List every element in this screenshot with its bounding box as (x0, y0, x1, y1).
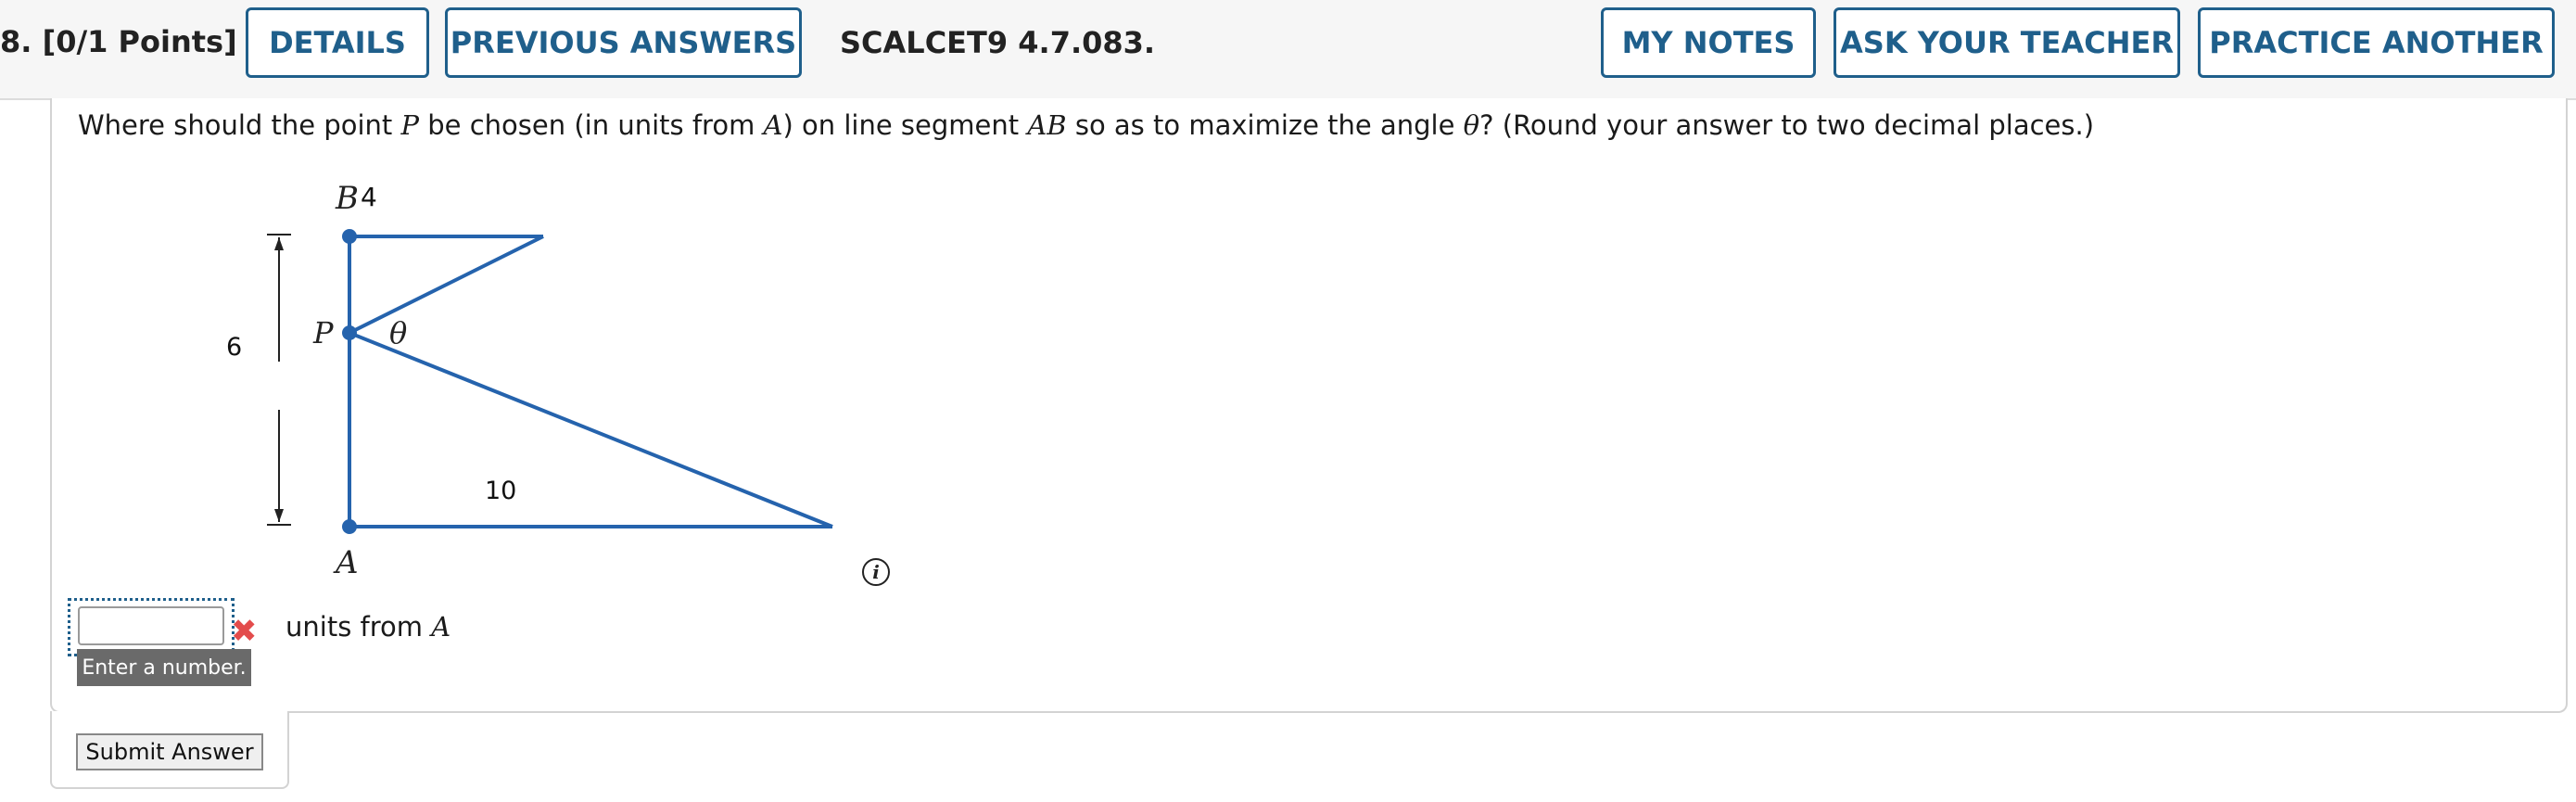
triangle-figure (348, 235, 833, 528)
label-theta: θ (389, 315, 407, 350)
submit-answer-button[interactable]: Submit Answer (76, 733, 263, 770)
height-dimension-marker (267, 234, 291, 526)
point-a (342, 519, 357, 534)
geometry-figure: B 4 P θ 6 10 A (226, 180, 833, 581)
label-b-value: 4 (361, 182, 377, 212)
units-label: units from A (286, 611, 451, 643)
info-icon[interactable]: i (862, 558, 890, 586)
point-p (342, 325, 357, 340)
label-b: B (335, 180, 359, 217)
label-bottom-length: 10 (485, 477, 516, 505)
incorrect-x-icon: ✖ (231, 613, 258, 650)
answer-input[interactable] (78, 606, 224, 645)
lower-line-from-p (349, 331, 833, 528)
label-p: P (312, 315, 334, 350)
error-tooltip: Enter a number. (77, 649, 251, 686)
point-b (342, 229, 357, 244)
label-height: 6 (226, 333, 242, 362)
upper-line-from-p (349, 235, 544, 335)
label-a: A (333, 544, 359, 581)
